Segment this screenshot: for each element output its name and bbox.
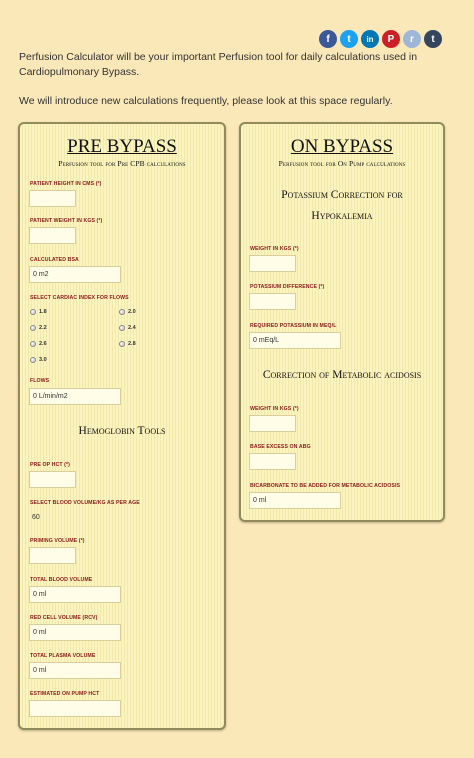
bsa-label: CALCULATED BSA <box>30 257 79 263</box>
potassium-title-line-2: Hypokalemia <box>311 210 373 222</box>
pre-bypass-panel: PRE BYPASS Perfusion tool for Pre CPB ca… <box>18 122 226 730</box>
acid-weight-label: WEIGHT IN KGS (*) <box>250 406 299 412</box>
radio-dot[interactable] <box>30 325 36 331</box>
ci-option-label: 3.0 <box>39 357 47 363</box>
on-bypass-subtitle: Perfusion tool for On Pump calculations <box>278 159 406 168</box>
ci-option-label: 2.2 <box>39 325 47 331</box>
pre-bypass-subtitle: Perfusion tool for Pre CPB calculations <box>58 159 186 168</box>
twitter-icon[interactable]: t <box>340 30 358 48</box>
radio-dot[interactable] <box>30 357 36 363</box>
ci-option-label: 2.4 <box>128 325 136 331</box>
pre-bypass-title: PRE BYPASS <box>67 136 177 157</box>
total-plasma-volume-label: TOTAL PLASMA VOLUME <box>30 653 96 659</box>
facebook-icon[interactable]: f <box>319 30 337 48</box>
patient-weight-label: PATIENT WEIGHT IN KGS (*) <box>30 218 103 224</box>
blood-volume-label: SELECT BLOOD VOLUME/KG AS PER AGE <box>30 500 140 506</box>
on-bypass-panel: ON BYPASS Perfusion tool for On Pump cal… <box>239 122 445 522</box>
bicarbonate-label: BICARBONATE TO BE ADDED FOR METABOLIC AC… <box>250 483 401 489</box>
total-blood-volume-label: TOTAL BLOOD VOLUME <box>30 577 93 583</box>
k-weight-label: WEIGHT IN KGS (*) <box>250 246 299 252</box>
hemoglobin-tools-title: Hemoglobin Tools <box>78 425 166 437</box>
required-potassium-output: 0 mEq/L <box>249 332 341 349</box>
tumblr-icon[interactable]: t <box>424 30 442 48</box>
base-excess-input[interactable] <box>249 453 296 470</box>
acid-weight-input[interactable] <box>249 415 296 432</box>
ci-radio-2-8[interactable]: 2.8 <box>119 341 136 347</box>
patient-height-label: PATIENT HEIGHT IN CMS (*) <box>30 181 102 187</box>
ci-option-label: 2.6 <box>39 341 47 347</box>
radio-dot[interactable] <box>119 309 125 315</box>
pre-op-hct-label: PRE OP HCT (*) <box>30 462 70 468</box>
on-pump-hct-output <box>29 700 121 717</box>
social-share-bar: f t in P r t <box>319 30 442 48</box>
ci-radio-2-4[interactable]: 2.4 <box>119 325 136 331</box>
total-blood-volume-output: 0 ml <box>29 586 121 603</box>
bsa-output: 0 m2 <box>29 266 121 283</box>
k-weight-input[interactable] <box>249 255 296 272</box>
ci-radio-2-0[interactable]: 2.0 <box>119 309 136 315</box>
required-potassium-label: REQUIRED POTASSIUM IN MEQ/L <box>250 323 337 329</box>
flows-output: 0 L/min/m2 <box>29 388 121 405</box>
on-pump-hct-label: ESTIMATED ON PUMP HCT <box>30 691 100 697</box>
radio-dot[interactable] <box>119 341 125 347</box>
total-plasma-volume-output: 0 ml <box>29 662 121 679</box>
linkedin-icon[interactable]: in <box>361 30 379 48</box>
base-excess-label: BASE EXCESS ON ABG <box>250 444 311 450</box>
pre-op-hct-input[interactable] <box>29 471 76 488</box>
red-cell-volume-output: 0 ml <box>29 624 121 641</box>
patient-weight-input[interactable] <box>29 227 76 244</box>
ci-radio-1-8[interactable]: 1.8 <box>30 309 47 315</box>
radio-dot[interactable] <box>30 309 36 315</box>
metabolic-acidosis-title: Correction of Metabolic acidosis <box>262 369 422 381</box>
pinterest-icon[interactable]: P <box>382 30 400 48</box>
intro-text: Perfusion Calculator will be your import… <box>19 50 449 123</box>
ci-option-label: 2.8 <box>128 341 136 347</box>
cardiac-index-label: SELECT CARDIAC INDEX FOR FLOWS <box>30 295 129 301</box>
intro-line-1: Perfusion Calculator will be your import… <box>19 51 418 78</box>
red-cell-volume-label: RED CELL VOLUME (RCV) <box>30 615 98 621</box>
intro-line-2: We will introduce new calculations frequ… <box>19 95 393 107</box>
ci-option-label: 1.8 <box>39 309 47 315</box>
patient-height-input[interactable] <box>29 190 76 207</box>
ci-radio-3-0[interactable]: 3.0 <box>30 357 47 363</box>
ci-radio-2-2[interactable]: 2.2 <box>30 325 47 331</box>
potassium-title-line-1: Potassium Correction for <box>281 189 403 201</box>
ci-option-label: 2.0 <box>128 309 136 315</box>
radio-dot[interactable] <box>119 325 125 331</box>
potassium-difference-label: POTASSIUM DIFFERENCE (*) <box>250 284 325 290</box>
flows-label: FLOWS <box>30 378 50 384</box>
on-bypass-title: ON BYPASS <box>290 136 394 157</box>
bicarbonate-output: 0 ml <box>249 492 341 509</box>
blood-volume-select[interactable]: 60 <box>29 510 69 527</box>
priming-volume-label: PRIMING VOLUME (*) <box>30 538 85 544</box>
priming-volume-input[interactable] <box>29 547 76 564</box>
reddit-icon[interactable]: r <box>403 30 421 48</box>
radio-dot[interactable] <box>30 341 36 347</box>
ci-radio-2-6[interactable]: 2.6 <box>30 341 47 347</box>
potassium-difference-input[interactable] <box>249 293 296 310</box>
